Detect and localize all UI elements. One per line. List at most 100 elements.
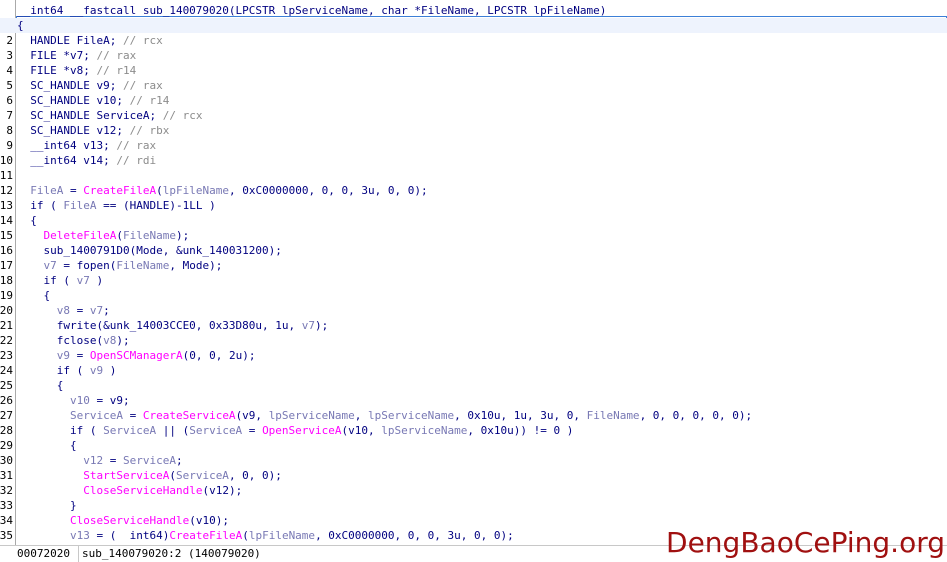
code-line[interactable]: 25 { <box>0 378 947 393</box>
code-token-var[interactable]: FileA <box>30 184 63 197</box>
code-line[interactable]: 15 DeleteFileA(FileName); <box>0 228 947 243</box>
line-number: 35 <box>0 528 14 543</box>
line-number: 31 <box>0 468 14 483</box>
code-token-var[interactable]: v8 <box>57 304 70 317</box>
code-token-comment: // rbx <box>129 124 170 137</box>
code-token-var[interactable]: v7 <box>90 304 103 317</box>
code-text: if ( v7 ) <box>17 273 103 288</box>
code-line[interactable]: 7 SC_HANDLE ServiceA; // rcx <box>0 108 947 123</box>
code-line[interactable]: 14 { <box>0 213 947 228</box>
code-line[interactable]: { <box>0 18 947 33</box>
code-token-var[interactable]: v7 <box>302 319 315 332</box>
line-number-text: 13 <box>0 199 13 212</box>
code-line[interactable]: 18 if ( v7 ) <box>0 273 947 288</box>
code-token-plain: SC_HANDLE v9; <box>17 79 123 92</box>
code-token-func[interactable]: CloseServiceHandle <box>70 514 189 527</box>
code-token-var[interactable]: v10 <box>70 394 90 407</box>
code-token-var[interactable]: v12 <box>83 454 103 467</box>
code-line[interactable]: __int64 __fastcall sub_140079020(LPCSTR … <box>0 3 947 18</box>
code-line[interactable]: 17 v7 = fopen(FileName, Mode); <box>0 258 947 273</box>
code-line[interactable]: 4 FILE *v8; // r14 <box>0 63 947 78</box>
code-token-var[interactable]: ServiceA <box>123 454 176 467</box>
code-line[interactable]: 27 ServiceA = CreateServiceA(v9, lpServi… <box>0 408 947 423</box>
code-line[interactable]: 10 __int64 v14; // rdi <box>0 153 947 168</box>
code-token-func[interactable]: CreateServiceA <box>143 409 236 422</box>
code-line[interactable]: 12 FileA = CreateFileA(lpFileName, 0xC00… <box>0 183 947 198</box>
status-divider <box>78 546 79 562</box>
code-text: SC_HANDLE v9; // rax <box>17 78 162 93</box>
code-token-var[interactable]: v7 <box>77 274 90 287</box>
code-line[interactable]: 28 if ( ServiceA || (ServiceA = OpenServ… <box>0 423 947 438</box>
code-line[interactable]: 11 <box>0 168 947 183</box>
code-line[interactable]: 31 StartServiceA(ServiceA, 0, 0); <box>0 468 947 483</box>
code-token-var[interactable]: ServiceA <box>189 424 242 437</box>
code-line[interactable]: 9 __int64 v13; // rax <box>0 138 947 153</box>
code-token-var[interactable]: ServiceA <box>103 424 156 437</box>
code-line[interactable]: 6 SC_HANDLE v10; // r14 <box>0 93 947 108</box>
code-token-var[interactable]: FileName <box>123 229 176 242</box>
code-line[interactable]: 24 if ( v9 ) <box>0 363 947 378</box>
line-number-text: 27 <box>0 409 13 422</box>
code-token-func[interactable]: DeleteFileA <box>44 229 117 242</box>
code-token-func[interactable]: OpenServiceA <box>262 424 341 437</box>
code-token-var[interactable]: FileA <box>63 199 96 212</box>
code-line[interactable]: 13 if ( FileA == (HANDLE)-1LL ) <box>0 198 947 213</box>
code-line[interactable]: 20 v8 = v7; <box>0 303 947 318</box>
code-line[interactable]: 29 { <box>0 438 947 453</box>
code-token-plain: FILE *v8; <box>17 64 97 77</box>
code-token-var[interactable]: v9 <box>90 364 103 377</box>
code-line[interactable]: 2 HANDLE FileA; // rcx <box>0 33 947 48</box>
code-token-plain: , <box>354 409 369 422</box>
code-token-func[interactable]: CreateFileA <box>83 184 156 197</box>
code-line[interactable]: 26 v10 = v9; <box>0 393 947 408</box>
code-line[interactable]: 30 v12 = ServiceA; <box>0 453 947 468</box>
code-text: SC_HANDLE ServiceA; // rcx <box>17 108 202 123</box>
code-token-var[interactable]: ServiceA <box>176 469 229 482</box>
code-token-var[interactable]: v9 <box>57 349 70 362</box>
line-number: 15 <box>0 228 14 243</box>
code-token-var[interactable]: ServiceA <box>70 409 123 422</box>
code-token-comment: // rcx <box>122 34 163 47</box>
code-line[interactable]: 16 sub_1400791D0(Mode, &unk_140031200); <box>0 243 947 258</box>
code-line[interactable]: 32 CloseServiceHandle(v12); <box>0 483 947 498</box>
line-number-text: 19 <box>0 289 13 302</box>
code-line[interactable]: 19 { <box>0 288 947 303</box>
code-token-func[interactable]: CreateFileA <box>169 529 242 542</box>
code-token-var[interactable]: FileName <box>587 409 640 422</box>
code-token-plain: SC_HANDLE ServiceA; <box>17 109 163 122</box>
code-token-plain: __int64 v13; <box>17 139 117 152</box>
code-line[interactable]: 22 fclose(v8); <box>0 333 947 348</box>
line-number <box>0 18 14 33</box>
pseudocode-view[interactable]: __int64 __fastcall sub_140079020(LPCSTR … <box>0 0 947 545</box>
code-token-var[interactable]: lpServiceName <box>368 409 454 422</box>
code-text: FileA = CreateFileA(lpFileName, 0xC00000… <box>17 183 427 198</box>
line-number: 8 <box>0 123 14 138</box>
code-token-func[interactable]: CloseServiceHandle <box>83 484 202 497</box>
code-token-func[interactable]: StartServiceA <box>83 469 169 482</box>
code-token-var[interactable]: FileName <box>116 259 169 272</box>
code-token-var[interactable]: lpFileName <box>249 529 315 542</box>
code-token-var[interactable]: lpFileName <box>163 184 229 197</box>
code-token-var[interactable]: v13 <box>70 529 90 542</box>
code-token-var[interactable]: v8 <box>103 334 116 347</box>
line-number: 7 <box>0 108 14 123</box>
line-number-text: 34 <box>0 514 13 527</box>
code-token-var[interactable]: lpServiceName <box>269 409 355 422</box>
code-token-plain: ( <box>242 529 249 542</box>
code-line[interactable]: 33 } <box>0 498 947 513</box>
code-line[interactable]: 21 fwrite(&unk_14003CCE0, 0x33D80u, 1u, … <box>0 318 947 333</box>
code-text: if ( FileA == (HANDLE)-1LL ) <box>17 198 215 213</box>
code-token-var[interactable]: lpServiceName <box>381 424 467 437</box>
code-token-var[interactable]: v7 <box>44 259 57 272</box>
code-line[interactable]: 23 v9 = OpenSCManagerA(0, 0, 2u); <box>0 348 947 363</box>
code-line[interactable]: 3 FILE *v7; // rax <box>0 48 947 63</box>
code-line[interactable]: 8 SC_HANDLE v12; // rbx <box>0 123 947 138</box>
code-line[interactable]: 5 SC_HANDLE v9; // rax <box>0 78 947 93</box>
code-token-plain: ) <box>103 364 117 377</box>
line-number: 3 <box>0 48 14 63</box>
code-token-func[interactable]: OpenSCManagerA <box>90 349 183 362</box>
